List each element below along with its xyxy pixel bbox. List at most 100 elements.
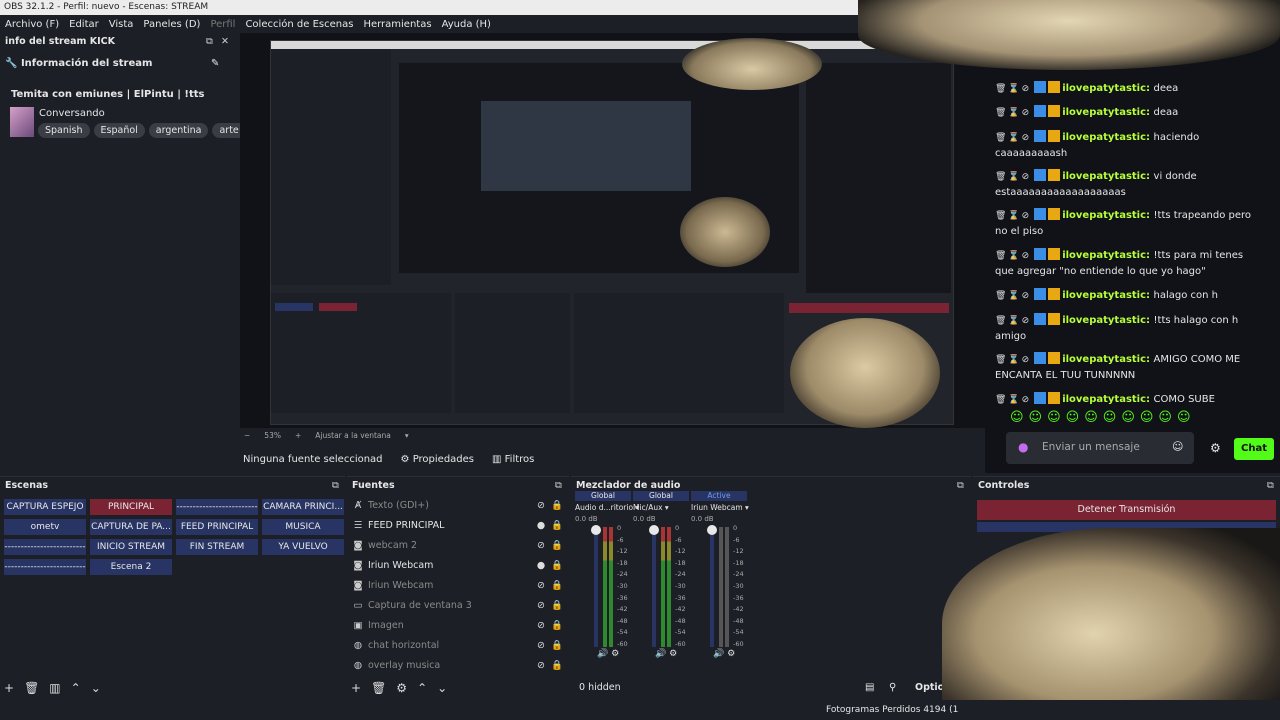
- lock-icon[interactable]: 🔒: [549, 560, 565, 571]
- chat-username[interactable]: ilovepatytastic: [1062, 107, 1146, 118]
- hidden-count[interactable]: 0 hidden: [579, 682, 621, 693]
- scene-button[interactable]: YA VUELVO: [262, 539, 344, 555]
- moderation-icons[interactable]: 🗑⌛⊘: [995, 395, 1031, 405]
- moderation-icons[interactable]: 🗑⌛⊘: [995, 251, 1031, 261]
- menu-vista[interactable]: Vista: [109, 19, 134, 30]
- source-row[interactable]: ◍ overlay musica ⊘ 🔒: [347, 655, 569, 675]
- scene-button[interactable]: -------------------------: [176, 499, 258, 515]
- lock-icon[interactable]: 🔒: [549, 580, 565, 591]
- scene-button[interactable]: FIN STREAM: [176, 539, 258, 555]
- menu-ayuda[interactable]: Ayuda (H): [442, 19, 491, 30]
- source-row[interactable]: ▭ Captura de ventana 3 ⊘ 🔒: [347, 595, 569, 615]
- lock-icon[interactable]: 🔒: [549, 620, 565, 631]
- chat-username[interactable]: ilovepatytastic: [1062, 394, 1146, 405]
- float-dock-icon[interactable]: ⧉: [206, 33, 213, 51]
- emoji-icon[interactable]: ☺: [1172, 440, 1183, 453]
- volume-slider-handle[interactable]: [707, 525, 717, 535]
- source-row[interactable]: ▣ Imagen ⊘ 🔒: [347, 615, 569, 635]
- float-dock-icon[interactable]: ⧉: [957, 477, 964, 495]
- source-properties-button[interactable]: ⚙: [396, 681, 407, 695]
- scene-button[interactable]: ometv: [4, 519, 86, 535]
- moderation-icons[interactable]: 🗑⌛⊘: [995, 291, 1031, 301]
- scene-button[interactable]: INICIO STREAM: [90, 539, 172, 555]
- chevron-down-icon[interactable]: ▾: [405, 431, 409, 440]
- eye-icon[interactable]: ●: [533, 560, 549, 571]
- emote-bar[interactable]: ☺☺☺☺☺☺☺☺☺☺: [1010, 410, 1196, 425]
- zoom-fit-dropdown[interactable]: Ajustar a la ventana: [315, 431, 391, 440]
- moderation-icons[interactable]: 🗑⌛⊘: [995, 172, 1031, 182]
- volume-slider-handle[interactable]: [649, 525, 659, 535]
- add-scene-button[interactable]: +: [4, 681, 14, 695]
- close-dock-icon[interactable]: ✕: [221, 33, 229, 51]
- source-row[interactable]: ◍ chat horizontal ⊘ 🔒: [347, 635, 569, 655]
- source-row[interactable]: Ⱥ Texto (GDI+) ⊘ 🔒: [347, 495, 569, 515]
- chat-username[interactable]: ilovepatytastic: [1062, 290, 1146, 301]
- scene-button[interactable]: PRINCIPAL: [90, 499, 172, 515]
- chat-username[interactable]: ilovepatytastic: [1062, 315, 1146, 326]
- properties-button[interactable]: ⚙ Propiedades: [401, 454, 474, 465]
- scene-button[interactable]: -------------------------: [4, 559, 86, 575]
- move-down-button[interactable]: ⌄: [91, 681, 101, 695]
- speaker-muted-icon[interactable]: 🔊: [713, 649, 724, 659]
- menu-archivo[interactable]: Archivo (F): [5, 19, 59, 30]
- eye-hidden-icon[interactable]: ⊘: [533, 600, 549, 611]
- source-row[interactable]: ◙ Iriun Webcam ⊘ 🔒: [347, 575, 569, 595]
- lock-icon[interactable]: 🔒: [549, 600, 565, 611]
- menu-paneles[interactable]: Paneles (D): [143, 19, 200, 30]
- moderation-icons[interactable]: 🗑⌛⊘: [995, 133, 1031, 143]
- chat-username[interactable]: ilovepatytastic: [1062, 210, 1146, 221]
- speaker-icon[interactable]: 🔊: [655, 649, 666, 659]
- eye-hidden-icon[interactable]: ⊘: [533, 620, 549, 631]
- move-up-button[interactable]: ⌃: [417, 681, 427, 695]
- menu-herramientas[interactable]: Herramientas: [363, 19, 431, 30]
- scene-button[interactable]: MUSICA: [262, 519, 344, 535]
- volume-slider-track[interactable]: [594, 527, 598, 647]
- source-row[interactable]: ◙ webcam 2 ⊘ 🔒: [347, 535, 569, 555]
- menu-perfil[interactable]: Perfil: [210, 19, 235, 30]
- lock-icon[interactable]: 🔒: [549, 520, 565, 531]
- lock-icon[interactable]: 🔒: [549, 500, 565, 511]
- chat-username[interactable]: ilovepatytastic: [1062, 83, 1146, 94]
- eye-hidden-icon[interactable]: ⊘: [533, 500, 549, 511]
- remove-source-button[interactable]: 🗑: [371, 681, 386, 695]
- eye-hidden-icon[interactable]: ⊘: [533, 640, 549, 651]
- moderation-icons[interactable]: 🗑⌛⊘: [995, 355, 1031, 365]
- stop-streaming-button[interactable]: Detener Transmisión: [977, 500, 1276, 520]
- scene-filters-button[interactable]: ▥: [49, 681, 60, 695]
- edit-pencil-icon[interactable]: ✎: [211, 51, 219, 77]
- add-source-button[interactable]: +: [351, 681, 361, 695]
- chat-username[interactable]: ilovepatytastic: [1062, 250, 1146, 261]
- remove-scene-button[interactable]: 🗑: [24, 681, 39, 695]
- moderation-icons[interactable]: 🗑⌛⊘: [995, 108, 1031, 118]
- moderation-icons[interactable]: 🗑⌛⊘: [995, 84, 1031, 94]
- mixer-channel-name[interactable]: Audio d...ritorio ▾: [575, 501, 639, 515]
- chat-username[interactable]: ilovepatytastic: [1062, 132, 1146, 143]
- scene-button[interactable]: CAPTURA DE PA...: [90, 519, 172, 535]
- eye-hidden-icon[interactable]: ⊘: [533, 580, 549, 591]
- mixer-channel-name[interactable]: Iriun Webcam ▾: [691, 501, 749, 515]
- lock-icon[interactable]: 🔒: [549, 540, 565, 551]
- microphone-icon[interactable]: ●: [1018, 440, 1028, 454]
- filters-button[interactable]: ▥ Filtros: [492, 454, 534, 465]
- zoom-out-button[interactable]: −: [244, 431, 250, 440]
- move-down-button[interactable]: ⌄: [437, 681, 447, 695]
- chat-settings-icon[interactable]: ⚙: [1210, 441, 1221, 455]
- eye-icon[interactable]: ●: [533, 520, 549, 531]
- menu-editar[interactable]: Editar: [69, 19, 99, 30]
- mixer-link-icon[interactable]: ⚲: [889, 682, 896, 693]
- mixer-layout-icon[interactable]: ▤: [865, 682, 874, 693]
- mixer-channel-name[interactable]: Mic/Aux ▾: [633, 501, 689, 515]
- chat-send-button[interactable]: Chat: [1234, 438, 1274, 460]
- float-dock-icon[interactable]: ⧉: [1267, 477, 1274, 495]
- speaker-icon[interactable]: 🔊: [597, 649, 608, 659]
- eye-hidden-icon[interactable]: ⊘: [533, 660, 549, 671]
- scene-button[interactable]: FEED PRINCIPAL: [176, 519, 258, 535]
- chat-username[interactable]: ilovepatytastic: [1062, 354, 1146, 365]
- moderation-icons[interactable]: 🗑⌛⊘: [995, 211, 1031, 221]
- scene-button[interactable]: Escena 2: [90, 559, 172, 575]
- source-row[interactable]: ☰ FEED PRINCIPAL ● 🔒: [347, 515, 569, 535]
- scene-button[interactable]: -------------------------: [4, 539, 86, 555]
- volume-slider-handle[interactable]: [591, 525, 601, 535]
- source-row[interactable]: ◙ Iriun Webcam ● 🔒: [347, 555, 569, 575]
- move-up-button[interactable]: ⌃: [71, 681, 81, 695]
